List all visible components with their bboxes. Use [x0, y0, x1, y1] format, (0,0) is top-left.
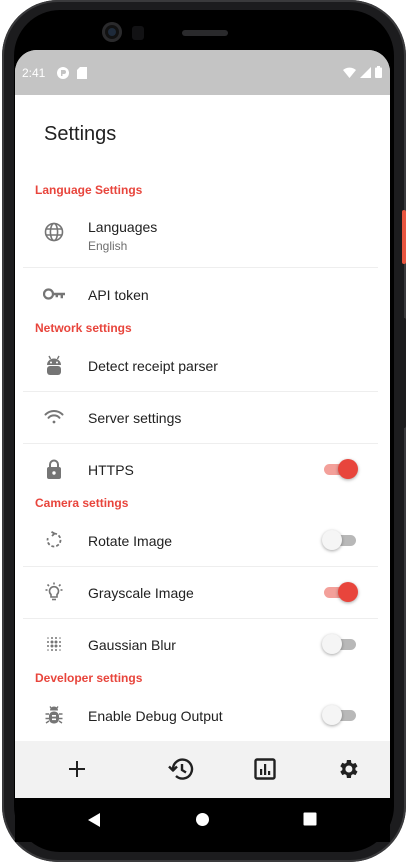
rotate-image-label: Rotate Image	[88, 533, 173, 549]
setting-debug-output[interactable]: Enable Debug Output	[23, 689, 378, 741]
rotate-image-toggle[interactable]	[322, 529, 358, 551]
setting-rotate-image[interactable]: Rotate Image	[23, 514, 378, 566]
server-settings-label: Server settings	[88, 410, 182, 426]
setting-detect-receipt-parser[interactable]: Detect receipt parser	[23, 339, 378, 391]
grayscale-image-toggle[interactable]	[322, 581, 358, 603]
bug-icon	[43, 704, 65, 726]
key-icon	[43, 283, 65, 305]
rotate-icon	[43, 529, 65, 551]
android-icon	[43, 354, 65, 376]
section-header-network: Network settings	[35, 321, 132, 335]
app-screen: 2:41 Settings Language Settings Language…	[15, 50, 390, 798]
power-button[interactable]	[402, 210, 406, 264]
section-header-camera: Camera settings	[35, 496, 129, 510]
setting-grayscale-image[interactable]: Grayscale Image	[23, 566, 378, 618]
setting-api-token[interactable]: API token	[23, 268, 378, 320]
gaussian-blur-toggle[interactable]	[322, 633, 358, 655]
setting-languages[interactable]: Languages English	[23, 202, 378, 262]
page-title: Settings	[44, 123, 117, 145]
status-bar: 2:41	[15, 50, 390, 95]
wifi-icon	[43, 406, 65, 428]
history-icon[interactable]	[167, 755, 195, 783]
stats-icon[interactable]	[251, 755, 279, 783]
add-icon[interactable]	[63, 755, 91, 783]
home-icon[interactable]	[195, 812, 210, 832]
debug-output-label: Enable Debug Output	[88, 708, 223, 724]
setting-server-settings[interactable]: Server settings	[23, 391, 378, 443]
system-navigation-bar	[15, 798, 390, 842]
setting-https[interactable]: HTTPS	[23, 443, 378, 495]
volume-button[interactable]	[402, 318, 406, 428]
bottom-navigation	[15, 741, 390, 798]
languages-label: Languages	[88, 219, 158, 235]
blur-icon	[43, 633, 65, 655]
wifi-signal-icon	[343, 67, 356, 81]
https-label: HTTPS	[88, 462, 134, 478]
debug-output-toggle[interactable]	[322, 704, 358, 726]
settings-icon[interactable]	[334, 755, 362, 783]
lock-icon	[43, 458, 65, 480]
recents-icon[interactable]	[303, 812, 317, 831]
cell-signal-icon	[360, 66, 371, 81]
battery-icon	[375, 66, 382, 81]
https-toggle[interactable]	[322, 458, 358, 480]
detect-parser-label: Detect receipt parser	[88, 358, 218, 374]
earpiece-speaker	[182, 30, 228, 36]
bulb-icon	[43, 581, 65, 603]
app-notification-icon	[57, 67, 69, 82]
back-icon[interactable]	[87, 812, 101, 833]
front-camera	[102, 22, 122, 42]
gaussian-blur-label: Gaussian Blur	[88, 637, 176, 653]
section-header-language: Language Settings	[35, 183, 143, 197]
proximity-sensor	[132, 26, 144, 40]
api-token-label: API token	[88, 287, 149, 303]
languages-value: English	[88, 239, 128, 253]
setting-gaussian-blur[interactable]: Gaussian Blur	[23, 618, 378, 670]
grayscale-image-label: Grayscale Image	[88, 585, 194, 601]
section-header-developer: Developer settings	[35, 671, 143, 685]
sd-card-icon	[77, 67, 87, 82]
status-time: 2:41	[22, 66, 46, 80]
globe-icon	[43, 221, 65, 243]
